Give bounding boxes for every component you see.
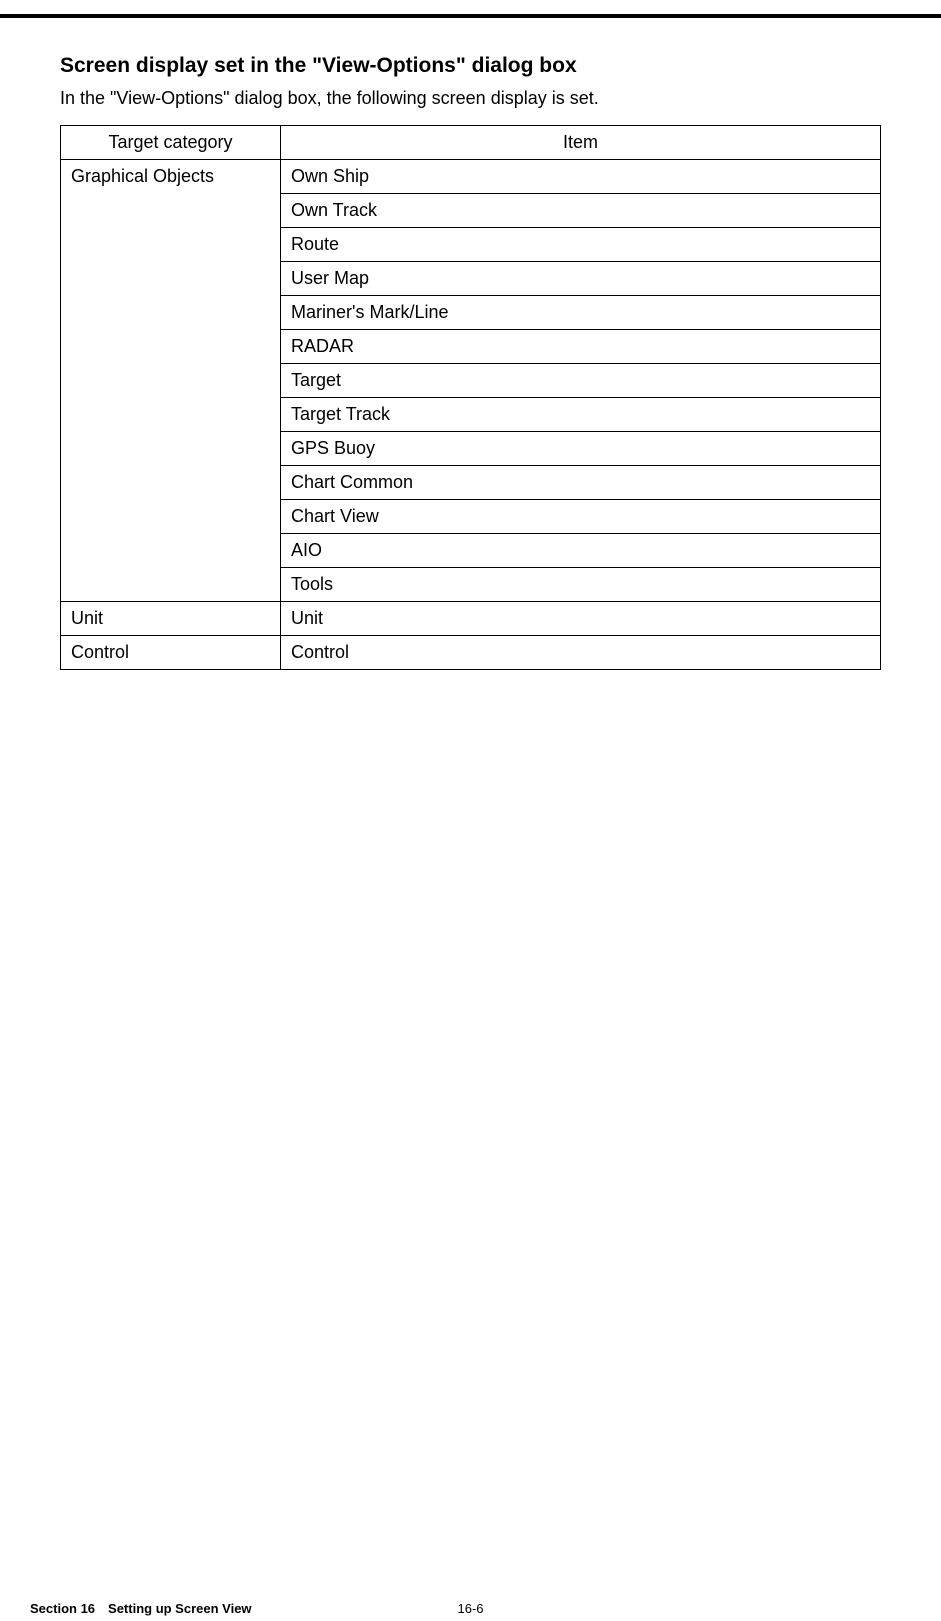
cell-item: Route (281, 228, 881, 262)
intro-text: In the "View-Options" dialog box, the fo… (60, 86, 881, 111)
table-row: Graphical ObjectsOwn Ship (61, 160, 881, 194)
cell-item: RADAR (281, 330, 881, 364)
cell-item: Own Ship (281, 160, 881, 194)
page-content: Screen display set in the "View-Options"… (0, 54, 941, 670)
cell-item: Control (281, 636, 881, 670)
options-table: Target category Item Graphical ObjectsOw… (60, 125, 881, 670)
cell-item: AIO (281, 534, 881, 568)
cell-item: Target Track (281, 398, 881, 432)
cell-item: Tools (281, 568, 881, 602)
cell-item: User Map (281, 262, 881, 296)
cell-category: Graphical Objects (61, 160, 281, 602)
cell-category: Control (61, 636, 281, 670)
cell-item: Own Track (281, 194, 881, 228)
cell-item: Mariner's Mark/Line (281, 296, 881, 330)
footer-page-number: 16-6 (457, 1601, 483, 1616)
col-header-category: Target category (61, 126, 281, 160)
table-row: ControlControl (61, 636, 881, 670)
cell-item: Unit (281, 602, 881, 636)
page-heading: Screen display set in the "View-Options"… (60, 54, 881, 78)
cell-item: Chart View (281, 500, 881, 534)
footer-section: Section 16 Setting up Screen View (30, 1601, 252, 1616)
table-row: UnitUnit (61, 602, 881, 636)
cell-category: Unit (61, 602, 281, 636)
top-rule (0, 14, 941, 18)
table-body: Graphical ObjectsOwn ShipOwn TrackRouteU… (61, 160, 881, 670)
cell-item: Target (281, 364, 881, 398)
cell-item: Chart Common (281, 466, 881, 500)
col-header-item: Item (281, 126, 881, 160)
cell-item: GPS Buoy (281, 432, 881, 466)
